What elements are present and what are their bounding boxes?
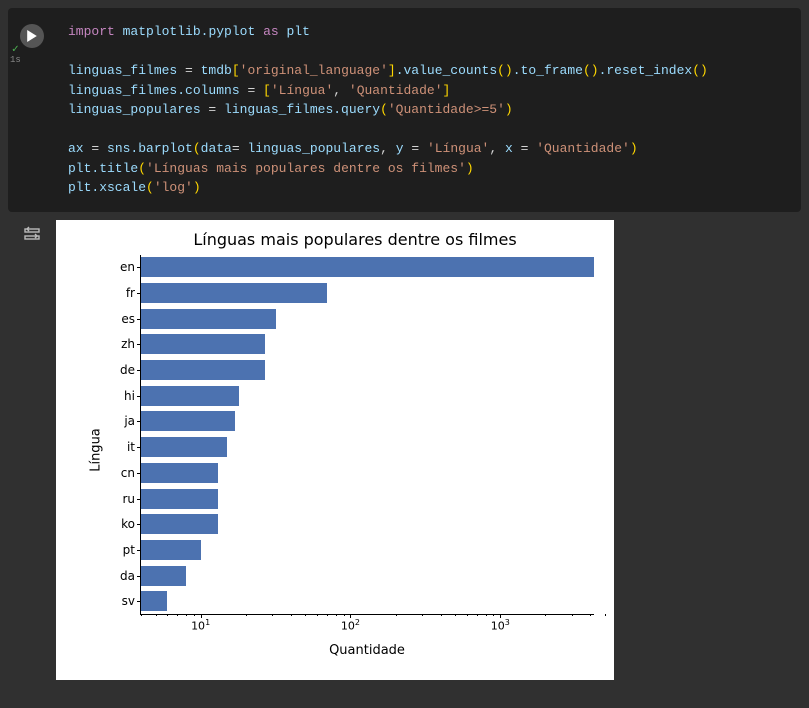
y-tick-label: pt xyxy=(123,543,135,557)
y-tick-label: da xyxy=(120,569,135,583)
chart-output: Línguas mais populares dentre os filmes … xyxy=(56,220,614,680)
bar-row: en xyxy=(141,255,594,281)
bar xyxy=(141,489,218,509)
y-axis-label: Língua xyxy=(88,428,103,472)
bar-row: it xyxy=(141,434,594,460)
x-tick-label: 103 xyxy=(491,618,510,633)
bar-row: de xyxy=(141,357,594,383)
bar xyxy=(141,283,327,303)
bar xyxy=(141,386,239,406)
y-tick-label: sv xyxy=(122,594,135,608)
bar xyxy=(141,411,235,431)
bar-row: sv xyxy=(141,588,594,614)
bar xyxy=(141,540,201,560)
x-axis-label: Quantidade xyxy=(140,643,594,658)
exec-time: 1s xyxy=(10,56,21,65)
run-button[interactable] xyxy=(20,24,44,48)
bar-row: ko xyxy=(141,511,594,537)
output-toggle-icon[interactable] xyxy=(24,226,40,680)
y-tick-label: ja xyxy=(124,414,135,428)
bar-row: da xyxy=(141,563,594,589)
y-tick-label: it xyxy=(127,440,135,454)
bar-row: ja xyxy=(141,409,594,435)
x-tick-label: 101 xyxy=(191,618,210,633)
y-tick-label: hi xyxy=(124,389,135,403)
y-tick-label: fr xyxy=(126,286,135,300)
bar xyxy=(141,463,218,483)
bar-row: hi xyxy=(141,383,594,409)
code-editor[interactable]: import matplotlib.pyplot as plt linguas_… xyxy=(56,16,801,204)
bar-row: cn xyxy=(141,460,594,486)
bar-row: zh xyxy=(141,332,594,358)
plot-area: enfreszhdehijaitcnrukoptdasv101102103 xyxy=(140,255,594,615)
x-tick-label: 102 xyxy=(341,618,360,633)
y-tick-label: ru xyxy=(122,492,135,506)
y-tick-label: en xyxy=(120,260,135,274)
bar xyxy=(141,257,594,277)
code-cell: import matplotlib.pyplot as plt linguas_… xyxy=(8,8,801,212)
bar-row: ru xyxy=(141,486,594,512)
output-area: Línguas mais populares dentre os filmes … xyxy=(8,220,801,680)
bar xyxy=(141,437,227,457)
bar xyxy=(141,566,186,586)
bar xyxy=(141,309,276,329)
y-tick-label: es xyxy=(121,312,135,326)
y-tick-label: cn xyxy=(121,466,135,480)
bar xyxy=(141,334,265,354)
bar-row: fr xyxy=(141,280,594,306)
play-icon xyxy=(26,30,38,42)
bar-row: pt xyxy=(141,537,594,563)
y-tick-label: zh xyxy=(121,337,135,351)
bar xyxy=(141,360,265,380)
y-tick-label: ko xyxy=(121,517,135,531)
chart-title: Línguas mais populares dentre os filmes xyxy=(106,230,604,249)
bar-row: es xyxy=(141,306,594,332)
y-tick-label: de xyxy=(120,363,135,377)
bar xyxy=(141,514,218,534)
bar xyxy=(141,591,167,611)
